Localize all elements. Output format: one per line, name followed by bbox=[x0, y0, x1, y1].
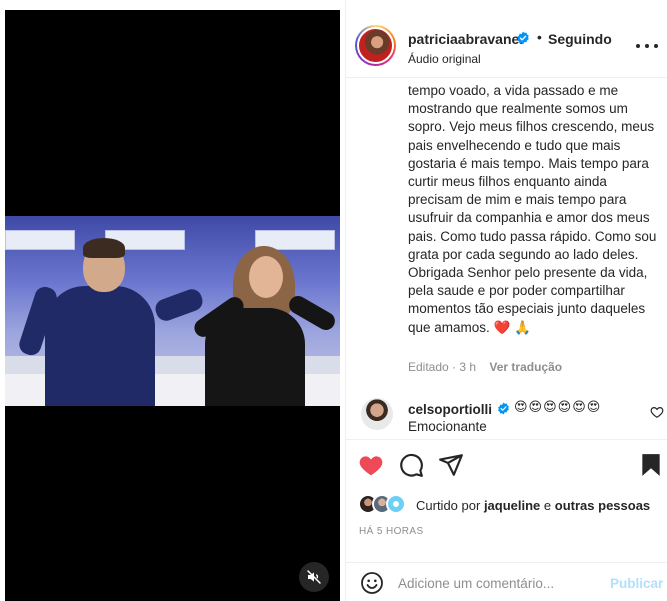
dot bbox=[654, 44, 658, 48]
more-options-icon[interactable] bbox=[636, 38, 658, 54]
edited-timestamp: Editado · 3 h bbox=[408, 360, 477, 374]
post-header: patriciaabravanel • Seguindo Áudio origi… bbox=[346, 0, 667, 78]
scene-figure bbox=[45, 286, 155, 406]
publish-button[interactable]: Publicar bbox=[610, 576, 663, 591]
muted-speaker-icon bbox=[307, 570, 321, 584]
video-player[interactable] bbox=[5, 10, 340, 601]
bookmark-icon[interactable] bbox=[638, 452, 664, 478]
likes-prefix: Curtido por bbox=[416, 498, 481, 513]
comment-bubble-icon[interactable] bbox=[398, 452, 424, 478]
audio-label[interactable]: Áudio original bbox=[408, 52, 481, 66]
mute-button[interactable] bbox=[299, 562, 329, 592]
add-comment-bar: Publicar bbox=[346, 562, 667, 601]
dot bbox=[636, 44, 640, 48]
commenter-username[interactable]: celsoportiolli bbox=[408, 402, 492, 417]
post-media bbox=[0, 0, 345, 601]
author-avatar[interactable] bbox=[355, 25, 396, 66]
verified-badge-icon bbox=[498, 402, 509, 415]
likes-conjunction: e bbox=[543, 498, 552, 513]
verified-badge-icon bbox=[517, 31, 529, 45]
others-link[interactable]: outras pessoas bbox=[555, 498, 650, 513]
heart-icon[interactable] bbox=[358, 452, 384, 478]
action-bar bbox=[346, 439, 667, 489]
dot bbox=[645, 44, 649, 48]
post-caption: tempo voado, a vida passado e me mostran… bbox=[408, 83, 657, 335]
post-side-panel: patriciaabravanel • Seguindo Áudio origi… bbox=[345, 0, 667, 601]
scene-figure bbox=[152, 286, 206, 324]
comment-text: Emocionante bbox=[408, 419, 487, 434]
caption-meta: Editado · 3 h Ver tradução bbox=[408, 360, 562, 374]
scene-figure bbox=[205, 308, 305, 406]
scene-figure bbox=[249, 256, 283, 298]
likes-text[interactable]: Curtido por jaqueline e outras pessoas bbox=[416, 498, 650, 513]
commenter-avatar[interactable] bbox=[361, 398, 393, 430]
translate-link[interactable]: Ver tradução bbox=[489, 360, 562, 374]
header-separator: • bbox=[537, 29, 542, 45]
post-timestamp[interactable]: HÁ 5 HORAS bbox=[359, 526, 424, 537]
liker-avatar[interactable] bbox=[386, 494, 406, 514]
scene-panel bbox=[5, 230, 75, 250]
video-frame bbox=[5, 216, 340, 406]
comment-heart-icon[interactable] bbox=[650, 405, 664, 419]
smiley-icon[interactable] bbox=[360, 571, 384, 595]
comment-emojis: 😍😍😍😍😍😍 bbox=[514, 399, 602, 414]
following-button[interactable]: Seguindo bbox=[548, 31, 612, 47]
comment-input[interactable] bbox=[398, 569, 603, 597]
liker-username[interactable]: jaqueline bbox=[484, 498, 540, 513]
author-avatar-image bbox=[357, 27, 394, 64]
comment-item: celsoportiolli 😍😍😍😍😍😍 Emocionante bbox=[346, 390, 667, 438]
paper-plane-icon[interactable] bbox=[438, 452, 464, 478]
scene-figure bbox=[83, 238, 125, 258]
author-username[interactable]: patriciaabravanel bbox=[408, 31, 523, 47]
